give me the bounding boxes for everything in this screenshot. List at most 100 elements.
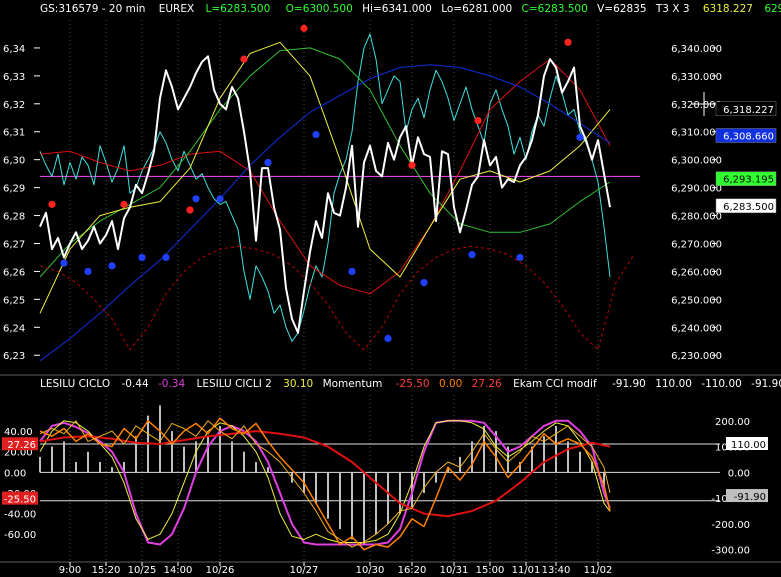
x-tick-label: 11/01 xyxy=(512,565,541,576)
ind4-value-2: 110.00 xyxy=(655,378,692,390)
x-tick-label: 16:20 xyxy=(398,565,427,576)
ind3-value-1: -25.50 xyxy=(396,378,430,390)
price-ytick-left: 6,33 xyxy=(3,72,25,83)
price-ytick-left: 6,31 xyxy=(3,128,25,139)
price-ytick-right: 6,240.000 xyxy=(671,323,722,334)
price-signal-dot-blue xyxy=(468,251,476,259)
header-v2: 6293.1... xyxy=(764,3,781,15)
x-tick-label: 10/26 xyxy=(206,565,235,576)
price-signal-dot-blue xyxy=(108,262,116,270)
price-ytick-right: 6,300.000 xyxy=(671,156,722,167)
x-tick-label: 10/25 xyxy=(128,565,157,576)
price-signal-dot-blue xyxy=(348,267,356,276)
price-ytick-left: 6,26 xyxy=(3,267,25,278)
price-signal-dot-blue xyxy=(84,267,92,276)
price-signal-dot-blue xyxy=(384,334,392,343)
price-ytick-left: 6,32 xyxy=(3,100,25,111)
x-tick-label: 15:20 xyxy=(92,565,121,576)
price-signal-dot-blue xyxy=(162,253,170,262)
osc-tag-right-label: -91.90 xyxy=(734,492,766,503)
price-signal-dot-blue xyxy=(312,130,320,139)
price-ytick-left: 6,30 xyxy=(3,156,25,167)
price-signal-dot-blue xyxy=(516,253,524,262)
x-tick-label: 14:00 xyxy=(164,565,193,576)
price-tag-label: 6,283.500 xyxy=(723,202,774,213)
osc-ytick-left: -60.00 xyxy=(4,530,36,541)
price-ytick-right: 6,260.000 xyxy=(671,267,722,278)
header-mode: T3 X 3 xyxy=(655,3,690,15)
price-signal-dot-red xyxy=(48,200,56,208)
price-ytick-right: 6,340.000 xyxy=(671,44,722,55)
price-ytick-right: 6,320.000 xyxy=(671,100,722,111)
price-tag-label: 6,308.660 xyxy=(723,131,774,142)
osc-ytick-left: 0.00 xyxy=(4,468,26,479)
price-signal-dot-red xyxy=(564,38,572,46)
price-ytick-right: 6,230.000 xyxy=(671,351,722,362)
osc-ytick-right: -200.00 xyxy=(711,520,750,531)
header-last: L=6283.500 xyxy=(206,3,271,15)
x-tick-label: 13:40 xyxy=(542,565,571,576)
price-signal-dot-blue xyxy=(264,158,272,167)
x-tick-label: 11/02 xyxy=(584,565,613,576)
x-tick-label: 10/27 xyxy=(290,565,319,576)
header-high: Hi=6341.000 xyxy=(362,3,432,15)
price-signal-dot-blue xyxy=(60,259,68,267)
price-ytick-right: 6,310.000 xyxy=(671,128,722,139)
osc-ytick-right: 200.00 xyxy=(715,417,750,428)
price-ytick-left: 6,23 xyxy=(3,351,25,362)
price-tag-label: 6,293.195 xyxy=(723,175,774,186)
price-ytick-left: 6,34 xyxy=(3,44,25,55)
price-signal-dot-red xyxy=(408,161,416,169)
osc-tag-right-label: 110.00 xyxy=(731,440,766,451)
header-v1: 6318.227 xyxy=(703,3,753,15)
ind3-value-3: 27.26 xyxy=(472,378,502,390)
osc-ytick-right: -300.00 xyxy=(711,546,750,557)
price-ytick-left: 6,27 xyxy=(3,239,25,250)
ind4-value-3: -110.00 xyxy=(701,378,742,390)
price-ytick-left: 6,29 xyxy=(3,184,25,195)
ind4-name: Ekam CCI modif xyxy=(513,378,597,390)
price-tag-label: 6,318.227 xyxy=(723,105,774,116)
x-tick-label: 15:00 xyxy=(476,565,505,576)
x-tick-label: 9:00 xyxy=(59,565,81,576)
price-signal-dot-blue xyxy=(576,133,584,141)
price-ytick-right: 6,250.000 xyxy=(671,295,722,306)
ind2-name: LESILU CICLI 2 xyxy=(196,378,271,390)
price-ytick-right: 6,290.000 xyxy=(671,184,722,195)
header-open: O=6300.500 xyxy=(286,3,353,15)
osc-ytick-right: 0.00 xyxy=(728,468,750,479)
ind3-name: Momentum xyxy=(323,378,383,390)
price-signal-dot-red xyxy=(240,55,248,63)
price-ytick-left: 6,25 xyxy=(3,295,25,306)
ind1-name: LESILU CICLO xyxy=(40,378,110,390)
price-ytick-right: 6,270.000 xyxy=(671,239,722,250)
price-signal-dot-red xyxy=(474,116,482,125)
price-signal-dot-blue xyxy=(192,195,200,203)
header-volume: V=62835 xyxy=(597,3,646,15)
price-signal-dot-blue xyxy=(420,279,428,287)
x-tick-label: 10/30 xyxy=(356,565,385,576)
header-close: C=6283.500 xyxy=(522,3,588,15)
price-signal-dot-red xyxy=(186,206,194,214)
ind1-value-2: -0.34 xyxy=(158,378,185,390)
header-low: Lo=6281.000 xyxy=(441,3,512,15)
price-ytick-left: 6,24 xyxy=(3,323,25,334)
chart-stage: GS:316579 - 20 min EUREX L=6283.500 O=63… xyxy=(0,0,781,577)
ind4-value-4: -91.90 xyxy=(751,378,781,390)
osc-ytick-left: 40.00 xyxy=(4,427,33,438)
osc-tag-left-label: 27.26 xyxy=(7,440,36,451)
osc-tag-left-label: -25.50 xyxy=(4,495,36,506)
ind4-value-1: -91.90 xyxy=(612,378,646,390)
osc-ytick-left: -40.00 xyxy=(4,510,36,521)
price-ytick-left: 6,28 xyxy=(3,212,25,223)
price-signal-dot-red xyxy=(300,24,308,32)
header-symbol: GS:316579 - 20 min xyxy=(40,3,145,15)
price-ytick-right: 6,330.000 xyxy=(671,72,722,83)
x-tick-label: 10/31 xyxy=(440,565,469,576)
price-signal-dot-blue xyxy=(216,195,224,203)
price-signal-dot-blue xyxy=(138,253,146,262)
price-ytick-right: 6,280.000 xyxy=(671,212,722,223)
ind2-value: 30.10 xyxy=(283,378,313,390)
price-signal-dot-red xyxy=(120,200,128,208)
header-exchange: EUREX xyxy=(159,3,194,15)
